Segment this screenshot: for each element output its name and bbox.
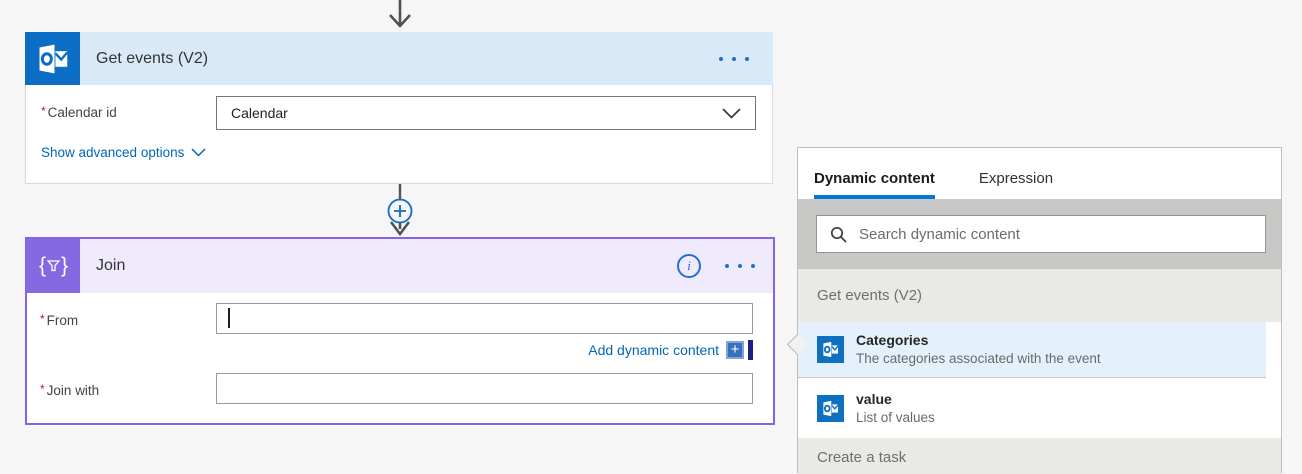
join-data-operation-icon: {} bbox=[27, 239, 80, 293]
search-band bbox=[798, 199, 1281, 269]
search-input[interactable] bbox=[859, 226, 1255, 243]
cursor-bar bbox=[748, 340, 753, 360]
add-dynamic-content-plus-icon[interactable]: + bbox=[726, 341, 744, 359]
join-card-title: Join bbox=[80, 239, 773, 293]
dynamic-content-item-categories[interactable]: Categories The categories associated wit… bbox=[798, 322, 1266, 378]
flow-designer-canvas: Get events (V2) *Calendar id Calendar Sh… bbox=[0, 0, 1302, 473]
outlook-icon bbox=[25, 32, 80, 85]
section-header-create-a-task: Create a task bbox=[798, 438, 1281, 474]
dynamic-content-item-value[interactable]: value List of values bbox=[798, 378, 1281, 438]
incoming-arrow-connector bbox=[384, 0, 416, 32]
section-header-get-events: Get events (V2) bbox=[798, 269, 1281, 322]
chevron-down-icon bbox=[722, 108, 741, 119]
join-card-header[interactable]: {} Join i bbox=[27, 239, 773, 293]
join-with-input[interactable] bbox=[216, 373, 753, 404]
outlook-icon bbox=[817, 336, 844, 363]
add-dynamic-content-link[interactable]: Add dynamic content bbox=[588, 342, 719, 358]
join-card[interactable]: {} Join i *From Add dynamic content + *J… bbox=[25, 237, 775, 425]
get-events-card-header[interactable]: Get events (V2) bbox=[25, 32, 773, 85]
item-title: value bbox=[856, 390, 935, 409]
tab-expression[interactable]: Expression bbox=[979, 170, 1053, 199]
outlook-icon bbox=[817, 395, 844, 422]
dynamic-content-panel: Dynamic content Expression Get events (V… bbox=[797, 147, 1282, 473]
insert-new-step-button[interactable] bbox=[384, 195, 416, 227]
panel-tabs: Dynamic content Expression bbox=[798, 148, 1281, 199]
get-events-card[interactable]: Get events (V2) *Calendar id Calendar Sh… bbox=[25, 32, 773, 184]
get-events-menu-ellipsis-icon[interactable] bbox=[719, 32, 749, 85]
join-menu-ellipsis-icon[interactable] bbox=[725, 239, 755, 293]
get-events-card-title: Get events (V2) bbox=[80, 32, 773, 85]
from-input[interactable] bbox=[216, 303, 753, 334]
search-box[interactable] bbox=[816, 215, 1266, 253]
item-description: List of values bbox=[856, 409, 935, 427]
tab-dynamic-content[interactable]: Dynamic content bbox=[814, 170, 935, 199]
text-cursor bbox=[228, 308, 230, 328]
required-marker: * bbox=[41, 104, 46, 118]
join-with-label: *Join with bbox=[40, 382, 99, 398]
calendar-id-dropdown[interactable]: Calendar bbox=[216, 96, 756, 130]
from-label: *From bbox=[40, 312, 78, 328]
info-icon[interactable]: i bbox=[677, 254, 701, 278]
calendar-id-value: Calendar bbox=[231, 105, 288, 121]
calendar-id-label: *Calendar id bbox=[41, 104, 117, 120]
chevron-down-icon bbox=[191, 148, 206, 157]
show-advanced-options-link[interactable]: Show advanced options bbox=[41, 145, 206, 160]
item-title: Categories bbox=[856, 331, 1101, 350]
search-icon bbox=[830, 226, 847, 243]
item-description: The categories associated with the event bbox=[856, 350, 1101, 368]
